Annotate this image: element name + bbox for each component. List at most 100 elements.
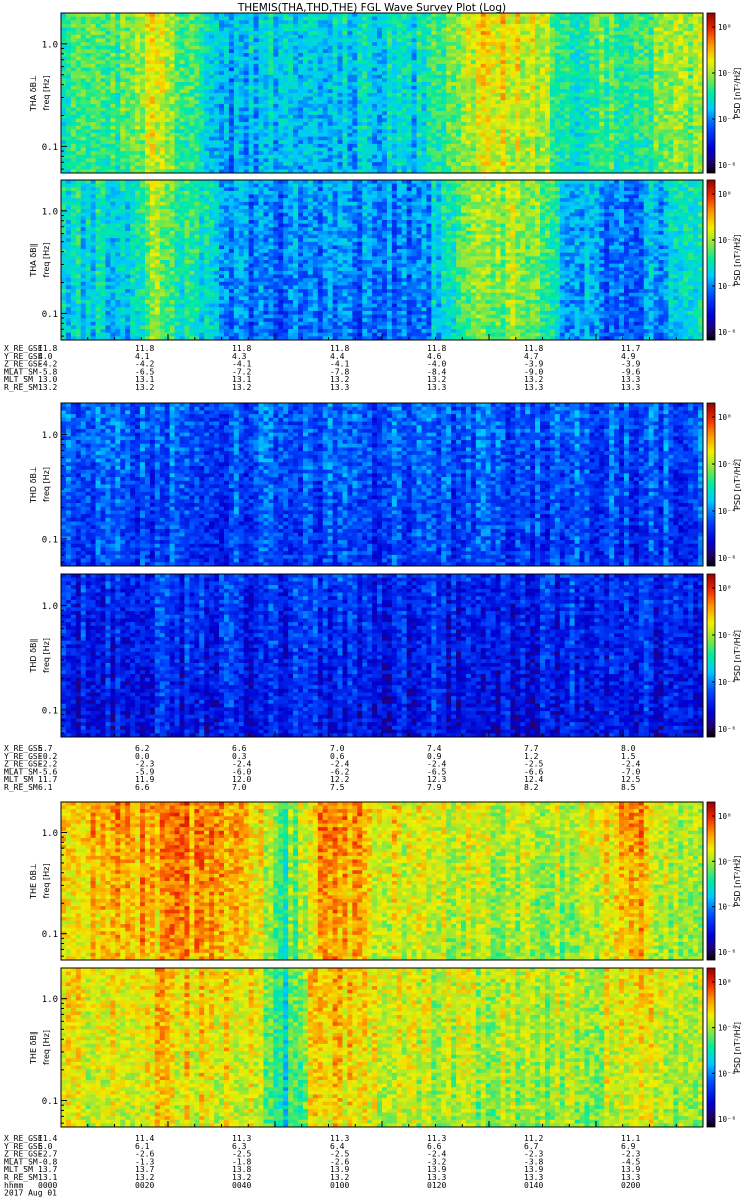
spectrogram-cell xyxy=(91,17,96,21)
spectrogram-cell xyxy=(135,13,140,17)
spectrogram-cell xyxy=(219,49,224,53)
spectrogram-cell xyxy=(298,75,303,79)
spectrogram-cell xyxy=(189,122,194,126)
spectrogram-cell xyxy=(91,115,96,119)
spectrogram-cell xyxy=(313,86,318,90)
spectrogram-cell xyxy=(160,31,165,35)
spectrogram-cell xyxy=(263,166,268,170)
spectrogram-cell xyxy=(288,162,293,166)
spectrogram-cell xyxy=(298,49,303,53)
spectrogram-cell xyxy=(76,97,81,101)
spectrogram-cell xyxy=(184,86,189,90)
spectrogram-cell xyxy=(288,137,293,141)
spectrogram-cell xyxy=(170,129,175,133)
spectrogram-cell xyxy=(239,144,244,148)
spectrogram-cell xyxy=(244,20,249,24)
spectrogram-cell xyxy=(115,20,120,24)
spectrogram-cell xyxy=(298,100,303,104)
spectrogram-cell xyxy=(318,166,323,170)
spectrogram-cell xyxy=(76,31,81,35)
spectrogram-cell xyxy=(234,64,239,68)
spectrogram-cell xyxy=(303,111,308,115)
spectrogram-cell xyxy=(76,148,81,152)
spectrogram-cell xyxy=(214,38,219,42)
spectrogram-cell xyxy=(214,97,219,101)
spectrogram-cell xyxy=(303,38,308,42)
spectrogram-cell xyxy=(160,20,165,24)
spectrogram-cell xyxy=(268,64,273,68)
spectrogram-cell xyxy=(273,60,278,64)
spectrogram-cell xyxy=(101,100,106,104)
spectrogram-cell xyxy=(298,148,303,152)
spectrogram-cell xyxy=(249,144,254,148)
spectrogram-cell xyxy=(254,100,259,104)
spectrogram-cell xyxy=(135,71,140,75)
spectrogram-cell xyxy=(96,42,101,46)
spectrogram-cell xyxy=(120,78,125,82)
spectrogram-cell xyxy=(105,97,110,101)
spectrogram-cell xyxy=(96,82,101,86)
spectrogram-cell xyxy=(234,86,239,90)
spectrogram-cell xyxy=(249,68,254,72)
spectrogram-cell xyxy=(278,126,283,130)
spectrogram-cell xyxy=(115,31,120,35)
spectrogram-cell xyxy=(170,20,175,24)
spectrogram-cell xyxy=(263,28,268,32)
spectrogram-cell xyxy=(283,64,288,68)
spectrogram-cell xyxy=(184,155,189,159)
spectrogram-cell xyxy=(288,151,293,155)
spectrogram-cell xyxy=(199,68,204,72)
spectrogram-cell xyxy=(189,60,194,64)
spectrogram-cell xyxy=(224,57,229,61)
spectrogram-cell xyxy=(209,115,214,119)
spectrogram-cell xyxy=(76,162,81,166)
spectrogram-cell xyxy=(150,60,155,64)
spectrogram-cell xyxy=(165,97,170,101)
spectrogram-cell xyxy=(125,126,130,130)
spectrogram-cell xyxy=(140,31,145,35)
spectrogram-cell xyxy=(219,111,224,115)
spectrogram-cell xyxy=(130,28,135,32)
spectrogram-cell xyxy=(110,115,115,119)
spectrogram-cell xyxy=(115,57,120,61)
spectrogram-cell xyxy=(229,38,234,42)
spectrogram-cell xyxy=(66,60,71,64)
spectrogram-cell xyxy=(180,13,185,17)
spectrogram-cell xyxy=(214,49,219,53)
spectrogram-cell xyxy=(259,46,264,50)
spectrogram-cell xyxy=(199,17,204,21)
spectrogram-cell xyxy=(120,31,125,35)
spectrogram-cell xyxy=(308,20,313,24)
spectrogram-cell xyxy=(234,140,239,144)
spectrogram-cell xyxy=(175,17,180,21)
spectrogram-cell xyxy=(180,86,185,90)
spectrogram-cell xyxy=(303,20,308,24)
spectrogram-cell xyxy=(273,71,278,75)
spectrogram-cell xyxy=(239,137,244,141)
spectrogram-cell xyxy=(110,118,115,122)
spectrogram-cell xyxy=(170,35,175,39)
spectrogram-cell xyxy=(234,148,239,152)
spectrogram-cell xyxy=(180,148,185,152)
spectrogram-cell xyxy=(66,97,71,101)
spectrogram-cell xyxy=(298,28,303,32)
spectrogram-cell xyxy=(160,17,165,21)
spectrogram-cell xyxy=(214,46,219,50)
spectrogram-cell xyxy=(308,104,313,108)
spectrogram-cell xyxy=(219,100,224,104)
spectrogram-cell xyxy=(263,24,268,28)
spectrogram-cell xyxy=(66,31,71,35)
spectrogram-cell xyxy=(170,133,175,137)
spectrogram-cell xyxy=(66,38,71,42)
spectrogram-cell xyxy=(254,115,259,119)
spectrogram-cell xyxy=(81,97,86,101)
spectrogram-cell xyxy=(204,166,209,170)
spectrogram-cell xyxy=(209,111,214,115)
spectrogram-cell xyxy=(219,53,224,57)
spectrogram-cell xyxy=(135,38,140,42)
spectrogram-cell xyxy=(125,93,130,97)
spectrogram-cell xyxy=(308,46,313,50)
spectrogram-cell xyxy=(234,133,239,137)
spectrogram-cell xyxy=(155,151,160,155)
spectrogram-cell xyxy=(170,13,175,17)
